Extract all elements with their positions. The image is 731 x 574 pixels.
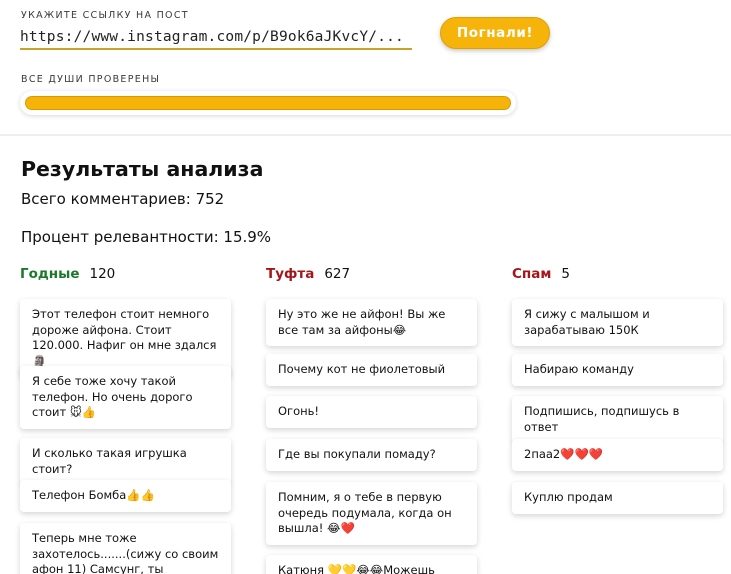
post-link-label: УКАЖИТЕ ССЫЛКУ НА ПОСТ <box>21 10 189 21</box>
total-comments: Всего комментариев: 752 <box>21 190 225 208</box>
progress-bar <box>20 91 516 115</box>
comment-card: Ну это же не айфон! Вы же все там за айф… <box>266 299 477 346</box>
comment-card: Куплю продам <box>512 482 723 514</box>
column-title-good: Годные <box>20 266 80 282</box>
comment-card: Набираю команду <box>512 354 723 386</box>
comment-card: Огонь! <box>266 396 477 428</box>
column-count-junk: 627 <box>324 266 351 282</box>
column-header: Туфта 627 <box>266 266 481 286</box>
comment-card: Помним, я о тебе в первую очередь подума… <box>266 482 477 545</box>
column-header: Годные 120 <box>20 266 235 286</box>
progress-fill <box>25 96 511 110</box>
column-good: Годные 120 Этот телефон стоит немного дор… <box>20 266 235 574</box>
comment-card: Теперь мне тоже захотелось.......(сижу с… <box>20 523 231 574</box>
column-junk: Туфта 627 Ну это же не айфон! Вы же все т… <box>266 266 481 574</box>
go-button[interactable]: Погнали! <box>440 17 550 49</box>
column-title-spam: Спам <box>512 266 552 282</box>
comment-card: 2паа2❤️❤️❤️ <box>512 439 723 471</box>
column-header: Спам 5 <box>512 266 727 286</box>
relevance-percent: Процент релевантности: 15.9% <box>21 228 272 246</box>
progress-label: ВСЕ ДУШИ ПРОВЕРЕНЫ <box>21 74 161 85</box>
column-title-junk: Туфта <box>266 266 315 282</box>
comment-card: Почему кот не фиолетовый <box>266 354 477 386</box>
comment-card: Я сижу с малышом и зарабатываю 150К <box>512 299 723 346</box>
comment-card: Катюня 💛💛😂😂Можешь делать <box>266 555 477 574</box>
column-count-spam: 5 <box>561 266 570 282</box>
results-title: Результаты анализа <box>21 157 264 181</box>
column-spam: Спам 5 Я сижу с малышом и зарабатываю 150… <box>512 266 727 514</box>
section-divider <box>0 134 731 136</box>
analyze-form: УКАЖИТЕ ССЫЛКУ НА ПОСТ Погнали! ВСЕ ДУШИ… <box>0 0 731 136</box>
comment-card: Где вы покупали помаду? <box>266 439 477 471</box>
column-count-good: 120 <box>89 266 116 282</box>
comment-card: Я себе тоже хочу такой телефон. Но очень… <box>20 366 231 429</box>
comment-card: И сколько такая игрушка стоит? <box>20 438 231 485</box>
post-link-input[interactable] <box>20 26 412 50</box>
comment-card: Телефон Бомба👍👍 <box>20 480 231 512</box>
comment-card: Подпишись, подпишусь в ответ <box>512 396 723 443</box>
